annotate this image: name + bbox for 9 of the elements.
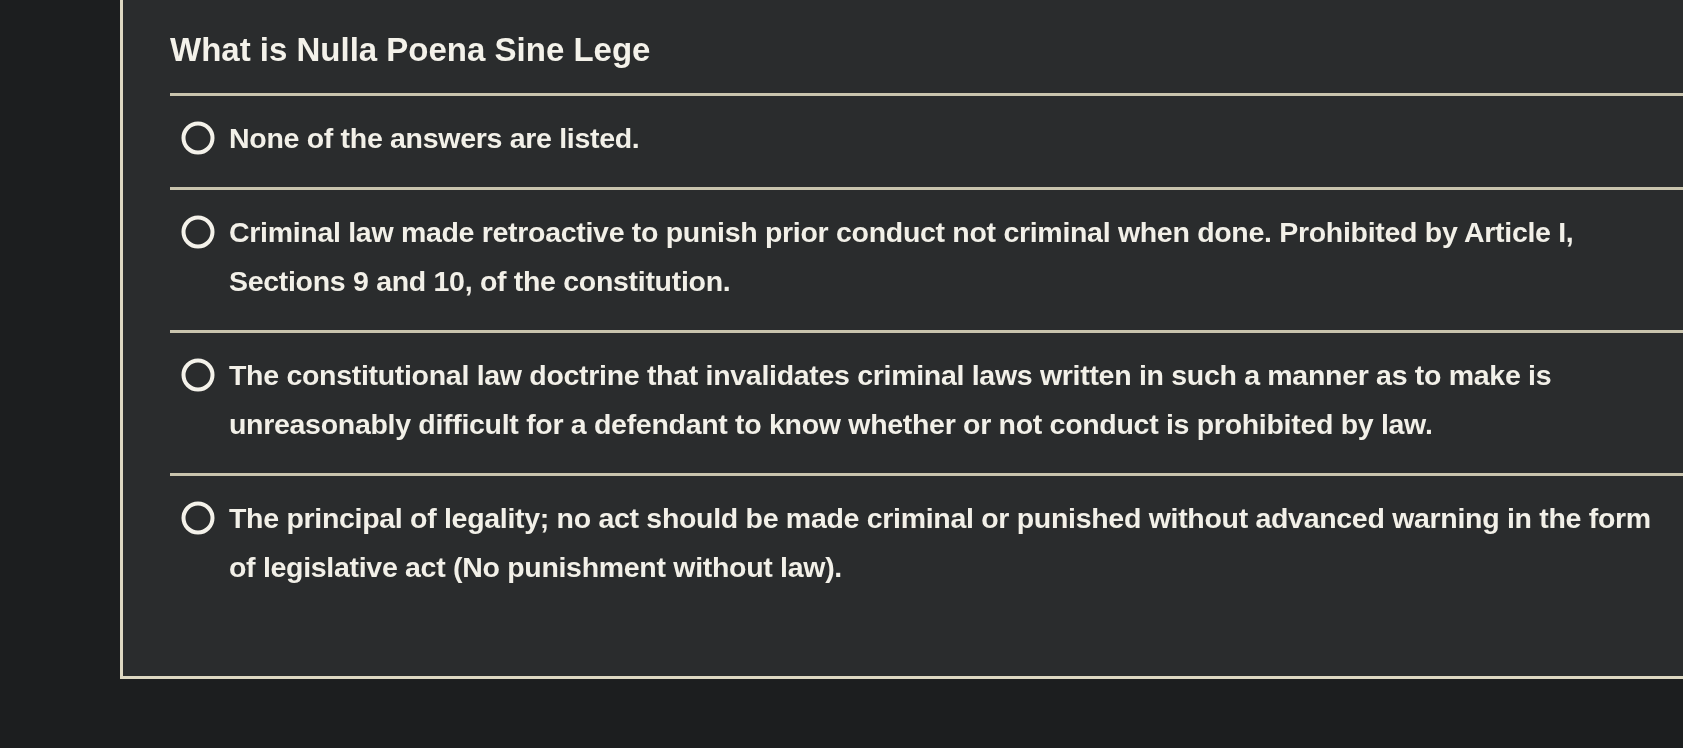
answer-text: The principal of legality; no act should be made criminal or punished without advanced warning in the form of legislative act (No punishment without law). xyxy=(229,501,1652,585)
answer-text: Criminal law made retroactive to punish prior conduct not criminal when done. Prohibited by Article I, Sections 9 and 10, of the constitution. xyxy=(229,215,1575,299)
answer-text: None of the answers are listed. xyxy=(229,121,641,156)
radio-button[interactable] xyxy=(181,121,215,155)
radio-button[interactable] xyxy=(181,215,215,249)
radio-button[interactable] xyxy=(181,501,215,535)
question-title: What is Nulla Poena Sine Lege xyxy=(170,30,652,70)
radio-button[interactable] xyxy=(181,358,215,392)
answer-text: The constitutional law doctrine that invalidates criminal laws written in such a manner as to make is unreasonably difficult for a defendant to know whether or not conduct is prohibited by law. xyxy=(229,358,1553,442)
